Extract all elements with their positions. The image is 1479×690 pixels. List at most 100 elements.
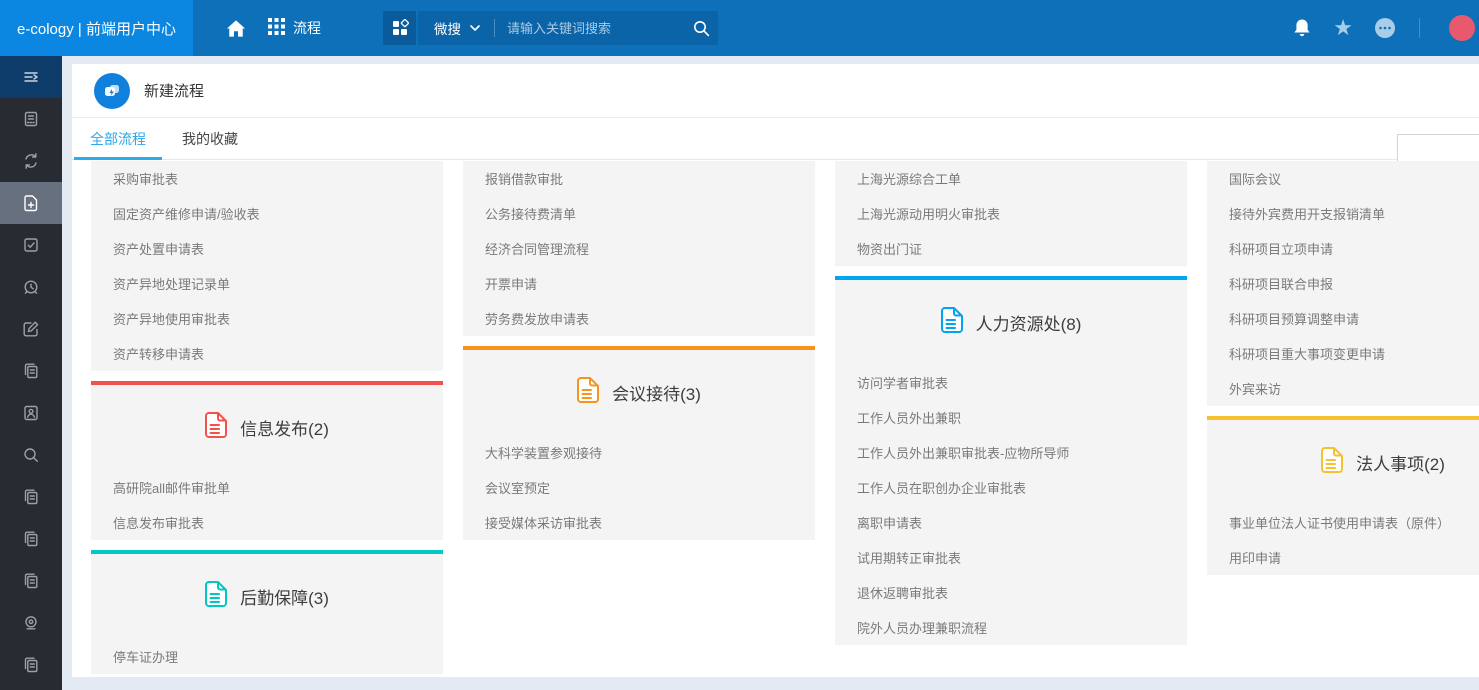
workflow-link[interactable]: 信息发布审批表 bbox=[91, 505, 443, 540]
sidebar-item-copy[interactable] bbox=[0, 644, 62, 686]
sidebar-item-copy[interactable] bbox=[0, 350, 62, 392]
sidebar-item-copy[interactable] bbox=[0, 476, 62, 518]
sync-icon bbox=[22, 152, 40, 170]
workflow-link[interactable]: 上海光源综合工单 bbox=[835, 161, 1187, 196]
tabs-row: 全部流程 我的收藏 bbox=[72, 118, 1479, 160]
workflow-link[interactable]: 退休返聘审批表 bbox=[835, 575, 1187, 610]
sidebar-item-menu-expand[interactable] bbox=[0, 56, 62, 98]
sidebar-item-edit[interactable] bbox=[0, 308, 62, 350]
workflow-link[interactable]: 停车证办理 bbox=[91, 639, 443, 674]
workflow-link[interactable]: 资产异地处理记录单 bbox=[91, 266, 443, 301]
workflow-link[interactable]: 固定资产维修申请/验收表 bbox=[91, 196, 443, 231]
copy-icon bbox=[22, 530, 40, 548]
workflow-link[interactable]: 接受媒体采访审批表 bbox=[463, 505, 815, 540]
workflow-link[interactable]: 国际会议 bbox=[1207, 161, 1479, 196]
workflow-link[interactable]: 公务接待费清单 bbox=[463, 196, 815, 231]
workflow-link[interactable]: 经济合同管理流程 bbox=[463, 231, 815, 266]
sidebar-item-file-list[interactable] bbox=[0, 98, 62, 140]
search-icon bbox=[22, 446, 40, 464]
document-icon bbox=[205, 581, 227, 612]
tab-all-workflows[interactable]: 全部流程 bbox=[72, 118, 164, 160]
workflow-link[interactable]: 院外人员办理兼职流程 bbox=[835, 610, 1187, 645]
workflow-link[interactable]: 科研项目立项申请 bbox=[1207, 231, 1479, 266]
sidebar-item-clock[interactable] bbox=[0, 266, 62, 308]
workflow-link[interactable]: 大科学装置参观接待 bbox=[463, 435, 815, 470]
workflow-link[interactable]: 报销借款审批 bbox=[463, 161, 815, 196]
workflow-link[interactable]: 访问学者审批表 bbox=[835, 365, 1187, 400]
sidebar-item-copy[interactable] bbox=[0, 560, 62, 602]
category-card: 人力资源处(8) 访问学者审批表工作人员外出兼职工作人员外出兼职审批表-应物所导师… bbox=[835, 276, 1187, 645]
category-title: 信息发布(2) bbox=[240, 415, 329, 440]
workflow-link[interactable]: 资产转移申请表 bbox=[91, 336, 443, 371]
copy-icon bbox=[22, 656, 40, 674]
workflow-link[interactable]: 物资出门证 bbox=[835, 231, 1187, 266]
document-icon bbox=[1321, 447, 1343, 478]
workflow-link[interactable]: 高研院all邮件审批单 bbox=[91, 470, 443, 505]
search-divider bbox=[494, 19, 495, 37]
workflow-link[interactable]: 采购审批表 bbox=[91, 161, 443, 196]
apps-icon[interactable] bbox=[383, 11, 416, 45]
sidebar-item-webcam[interactable] bbox=[0, 602, 62, 644]
sidebar-item-copy[interactable] bbox=[0, 518, 62, 560]
notification-bell-icon[interactable] bbox=[1292, 18, 1312, 39]
webcam-icon bbox=[22, 614, 40, 632]
document-icon bbox=[941, 307, 963, 338]
workflow-link[interactable]: 科研项目预算调整申请 bbox=[1207, 301, 1479, 336]
workflow-link[interactable]: 资产处置申请表 bbox=[91, 231, 443, 266]
avatar[interactable] bbox=[1449, 15, 1475, 41]
workflow-link[interactable]: 劳务费发放申请表 bbox=[463, 301, 815, 336]
favorites-star-icon[interactable]: ★ bbox=[1333, 17, 1353, 39]
category-title: 人力资源处(8) bbox=[976, 310, 1082, 335]
category-header[interactable]: 后勤保障(3) bbox=[91, 554, 443, 639]
topbar-right-divider bbox=[1419, 18, 1420, 38]
workflow-link[interactable]: 接待外宾费用开支报销清单 bbox=[1207, 196, 1479, 231]
workflow-link[interactable]: 资产异地使用审批表 bbox=[91, 301, 443, 336]
workflow-link[interactable]: 科研项目重大事项变更申请 bbox=[1207, 336, 1479, 371]
workflow-link[interactable]: 会议室预定 bbox=[463, 470, 815, 505]
wesearch-selector[interactable]: 微搜 bbox=[434, 18, 480, 38]
tab-my-favorites[interactable]: 我的收藏 bbox=[164, 118, 256, 160]
category-card-partial: 报销借款审批公务接待费清单经济合同管理流程开票申请劳务费发放申请表 bbox=[463, 161, 815, 336]
category-card: 后勤保障(3)停车证办理 bbox=[91, 550, 443, 674]
page-title: 新建流程 bbox=[144, 80, 204, 101]
sidebar-item-search[interactable] bbox=[0, 434, 62, 476]
copy-icon bbox=[22, 488, 40, 506]
category-header[interactable]: 人力资源处(8) bbox=[835, 280, 1187, 365]
category-header[interactable]: 法人事项(2) bbox=[1207, 420, 1479, 505]
workflow-link[interactable]: 离职申请表 bbox=[835, 505, 1187, 540]
workflow-column-1: 采购审批表固定资产维修申请/验收表资产处置申请表资产异地处理记录单资产异地使用审… bbox=[91, 161, 443, 677]
workflow-link[interactable]: 上海光源动用明火审批表 bbox=[835, 196, 1187, 231]
edit-icon bbox=[22, 320, 40, 338]
workflow-link[interactable]: 试用期转正审批表 bbox=[835, 540, 1187, 575]
workflow-link[interactable]: 工作人员外出兼职审批表-应物所导师 bbox=[835, 435, 1187, 470]
workflow-link[interactable]: 事业单位法人证书使用申请表（原件） bbox=[1207, 505, 1479, 540]
workflow-link[interactable]: 科研项目联合申报 bbox=[1207, 266, 1479, 301]
search-icon[interactable] bbox=[684, 20, 718, 37]
category-header[interactable]: 信息发布(2) bbox=[91, 385, 443, 470]
workflow-link[interactable]: 工作人员在职创办企业审批表 bbox=[835, 470, 1187, 505]
workflow-link[interactable]: 开票申请 bbox=[463, 266, 815, 301]
sidebar-item-file-plus[interactable] bbox=[0, 182, 62, 224]
workflow-link[interactable]: 外宾来访 bbox=[1207, 371, 1479, 406]
topbar-search-group: 微搜 bbox=[383, 11, 718, 45]
category-header[interactable]: 会议接待(3) bbox=[463, 350, 815, 435]
home-icon[interactable] bbox=[218, 10, 254, 46]
check-square-icon bbox=[22, 236, 40, 254]
menu-expand-icon bbox=[22, 68, 40, 86]
keyword-search-input[interactable] bbox=[507, 21, 684, 36]
file-plus-icon bbox=[22, 194, 40, 212]
category-title: 法人事项(2) bbox=[1356, 450, 1445, 475]
workflow-link[interactable]: 用印申请 bbox=[1207, 540, 1479, 575]
sidebar-item-check-square[interactable] bbox=[0, 224, 62, 266]
more-ellipsis-icon[interactable] bbox=[1374, 17, 1396, 39]
left-sidebar bbox=[0, 56, 62, 690]
workflow-columns: 采购审批表固定资产维修申请/验收表资产处置申请表资产异地处理记录单资产异地使用审… bbox=[72, 161, 1479, 677]
workflow-filter-input[interactable] bbox=[1397, 134, 1479, 162]
nav-item-flow[interactable]: 流程 bbox=[268, 18, 321, 38]
workflow-column-4: 国际会议接待外宾费用开支报销清单科研项目立项申请科研项目联合申报科研项目预算调整… bbox=[1207, 161, 1479, 677]
category-card: 信息发布(2) 高研院all邮件审批单信息发布审批表 bbox=[91, 381, 443, 540]
workflow-link[interactable]: 工作人员外出兼职 bbox=[835, 400, 1187, 435]
sidebar-item-sync[interactable] bbox=[0, 140, 62, 182]
brand-logo[interactable]: e-cology | 前端用户中心 bbox=[0, 0, 193, 56]
sidebar-item-id-card[interactable] bbox=[0, 392, 62, 434]
